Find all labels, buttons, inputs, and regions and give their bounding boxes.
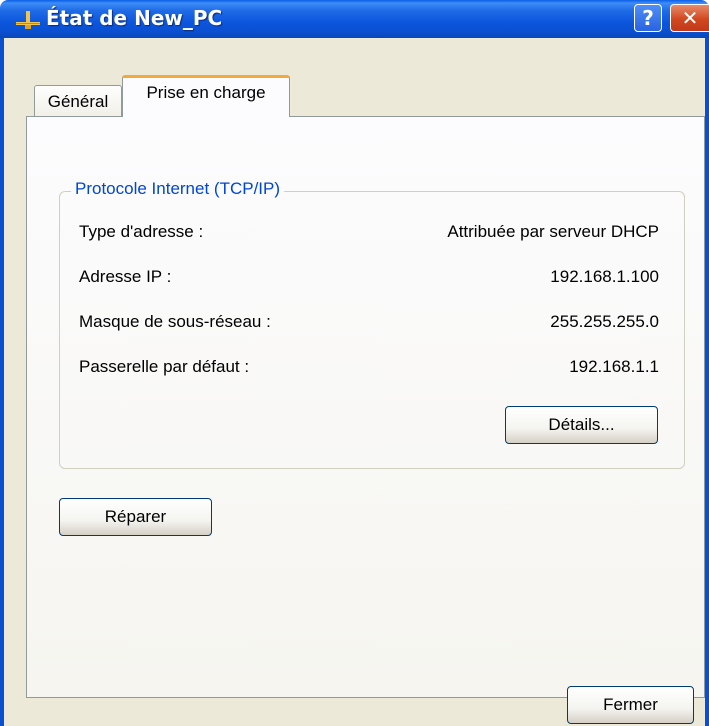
address-type-label: Type d'adresse : <box>79 222 204 241</box>
repair-button-label: Réparer <box>104 507 167 526</box>
details-button[interactable]: Détails... <box>505 406 658 444</box>
tab-support-label: Prise en charge <box>146 83 266 102</box>
default-gateway-value: 192.168.1.1 <box>569 357 659 376</box>
close-button-label: Fermer <box>603 695 658 714</box>
title-bar[interactable]: État de New_PC ? ✕ <box>0 0 709 38</box>
tab-panel-support: Protocole Internet (TCP/IP) Type d'adres… <box>26 116 705 698</box>
window-title: État de New_PC <box>46 6 223 30</box>
tab-support[interactable]: Prise en charge <box>122 75 290 117</box>
network-connection-icon <box>16 11 40 29</box>
tab-general-label: Général <box>47 91 109 111</box>
group-title: Protocole Internet (TCP/IP) <box>71 179 285 199</box>
help-icon: ? <box>642 6 654 30</box>
repair-button[interactable]: Réparer <box>59 498 212 536</box>
address-type-value: Attribuée par serveur DHCP <box>447 222 659 241</box>
window-border-right <box>705 38 709 726</box>
tab-general[interactable]: Général <box>34 85 122 117</box>
details-button-label: Détails... <box>548 415 615 434</box>
ip-address-value: 192.168.1.100 <box>550 267 659 286</box>
close-button[interactable]: Fermer <box>567 686 694 724</box>
dialog-body: Général Prise en charge Protocole Intern… <box>4 38 705 726</box>
close-icon: ✕ <box>681 6 699 30</box>
help-button[interactable]: ? <box>634 4 662 32</box>
subnet-mask-value: 255.255.255.0 <box>550 312 659 331</box>
ip-address-label: Adresse IP : <box>79 267 172 286</box>
default-gateway-label: Passerelle par défaut : <box>79 357 250 376</box>
subnet-mask-label: Masque de sous-réseau : <box>79 312 271 331</box>
close-window-button[interactable]: ✕ <box>670 4 709 32</box>
